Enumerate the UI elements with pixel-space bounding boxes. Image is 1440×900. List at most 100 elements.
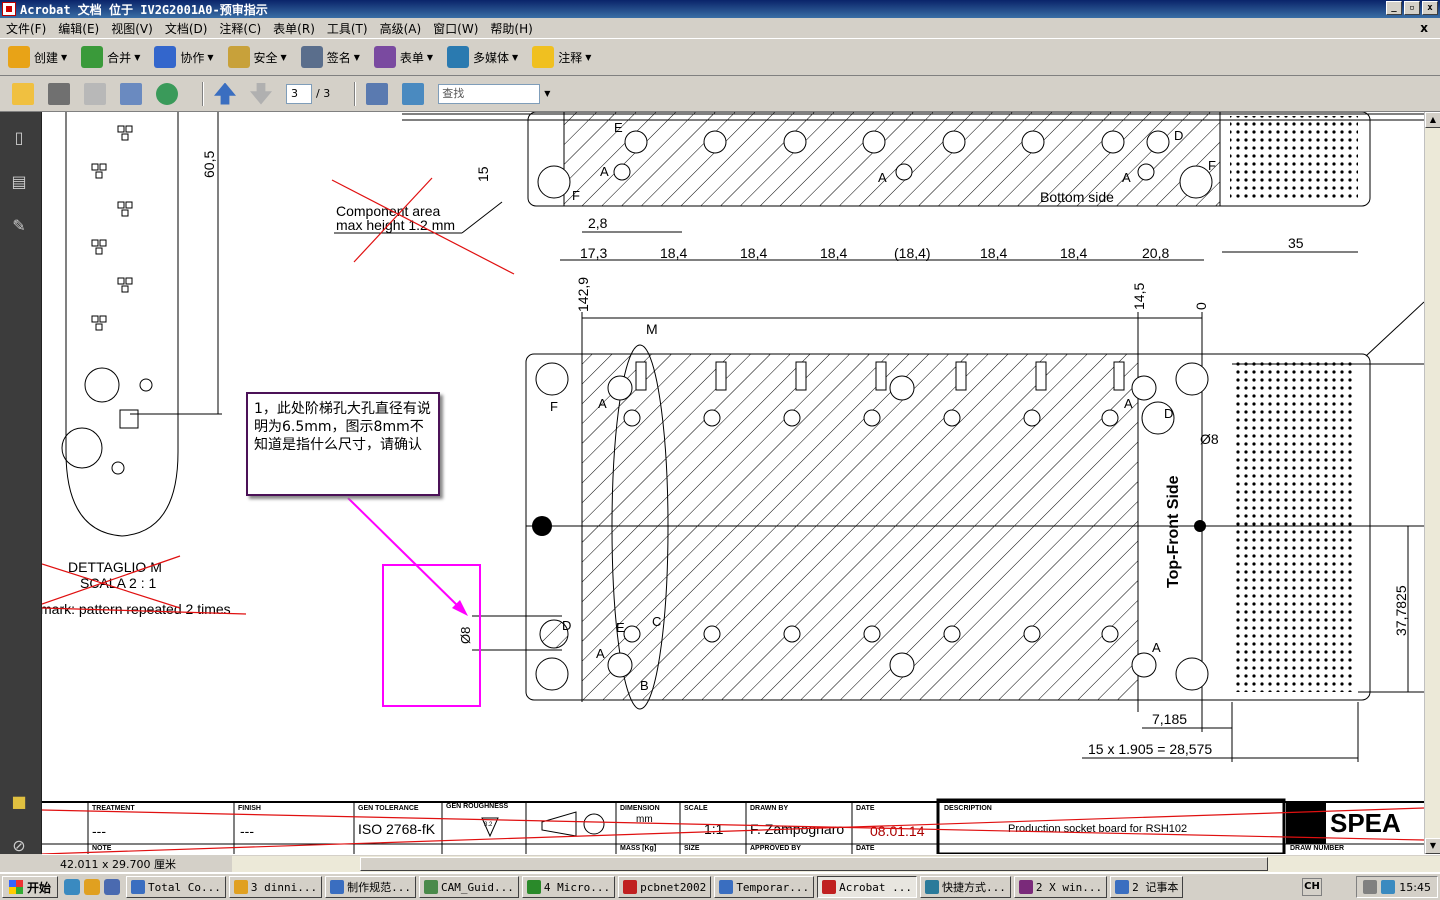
menu-document[interactable]: 文档(D) <box>159 20 214 37</box>
ime-indicator[interactable]: CH <box>1302 878 1322 896</box>
page-size: 42.011 x 29.700 厘米 <box>60 857 176 871</box>
task-label: Acrobat ... <box>839 880 913 894</box>
horizontal-scrollbar[interactable] <box>232 856 1440 872</box>
dim-phi8-left: Ø8 <box>458 627 473 644</box>
menu-help[interactable]: 帮助(H) <box>484 20 538 37</box>
chevron-down-icon: ▼ <box>207 52 214 62</box>
document-icon <box>330 880 345 894</box>
fit-page-icon[interactable] <box>402 82 425 105</box>
save-icon[interactable] <box>84 82 106 105</box>
task-label: pcbnet2002 <box>640 880 707 894</box>
label-a: A <box>878 170 887 185</box>
windows-flag-icon <box>9 880 23 894</box>
label-a: A <box>1124 396 1133 411</box>
close-document-button[interactable]: x <box>1414 21 1434 35</box>
label-f: F <box>1208 158 1216 173</box>
task-label: 2 X win... <box>1035 880 1103 894</box>
dim-37-7825: 37,7825 <box>1393 585 1409 636</box>
close-button[interactable]: x <box>1422 1 1438 15</box>
ie-icon[interactable] <box>64 879 81 895</box>
forms-button[interactable]: 表单 ▼ <box>373 46 434 68</box>
menu-edit[interactable]: 编辑(E) <box>52 20 105 37</box>
create-button[interactable]: 创建 ▼ <box>8 46 67 68</box>
task-total-commander[interactable]: Total Co... <box>126 876 226 898</box>
fit-width-icon[interactable] <box>366 82 389 105</box>
folder-icon <box>131 880 146 894</box>
browser-icon[interactable] <box>104 879 121 895</box>
menu-view[interactable]: 视图(V) <box>105 20 159 37</box>
clock-icon[interactable] <box>84 879 101 895</box>
label-f: F <box>572 188 580 203</box>
dim-35: 35 <box>1288 235 1304 251</box>
menu-file[interactable]: 文件(F) <box>0 20 52 37</box>
toolbar-separator <box>202 81 204 106</box>
description-header: DESCRIPTION <box>944 805 992 812</box>
task-cam-guide[interactable]: CAM_Guid... <box>418 876 519 898</box>
attachments-icon[interactable]: ⊘ <box>8 836 30 858</box>
print-icon[interactable] <box>48 82 70 105</box>
window-titlebar: Acrobat 文档 位于 IV2G2001A0-预审指示 _ ▫ x <box>0 0 1440 18</box>
task-spec[interactable]: 制作规范... <box>325 876 416 898</box>
chevron-down-icon: ▼ <box>512 52 519 62</box>
task-acrobat[interactable]: Acrobat ... <box>817 876 918 898</box>
date-header-2: DATE <box>856 845 875 852</box>
chevron-down-icon[interactable]: ▼ <box>544 89 550 98</box>
forms-label: 表单 <box>399 50 424 65</box>
task-label: 4 Micro... <box>543 880 611 894</box>
finish-value: --- <box>240 823 254 839</box>
task-label: CAM_Guid... <box>440 880 514 894</box>
multimedia-button[interactable]: 多媒体 ▼ <box>447 46 518 68</box>
label-e: E <box>616 620 625 635</box>
open-folder-icon[interactable] <box>12 82 34 105</box>
pen-icon <box>300 46 323 68</box>
restore-button[interactable]: ▫ <box>1404 1 1420 15</box>
web-icon[interactable] <box>156 82 178 105</box>
combine-button[interactable]: 合并 ▼ <box>81 46 140 68</box>
vertical-scrollbar[interactable]: ▲ ▼ <box>1424 112 1440 854</box>
top-front-side-label: Top-Front Side <box>1165 475 1182 588</box>
chevron-down-icon: ▼ <box>426 52 434 62</box>
security-button[interactable]: 安全 ▼ <box>227 46 287 68</box>
chevron-down-icon: ▼ <box>585 52 592 62</box>
scroll-up-icon[interactable]: ▲ <box>1425 112 1440 128</box>
menu-tools[interactable]: 工具(T) <box>321 20 374 37</box>
menu-comments[interactable]: 注释(C) <box>213 20 267 37</box>
menu-window[interactable]: 窗口(W) <box>427 20 484 37</box>
page-number-input[interactable]: 3 <box>286 83 312 104</box>
comment-button[interactable]: 注释 ▼ <box>532 46 591 68</box>
task-dinning[interactable]: 3 dinni... <box>228 876 323 898</box>
scroll-down-icon[interactable]: ▼ <box>1425 838 1440 854</box>
volume-icon[interactable] <box>1381 880 1396 894</box>
sign-button[interactable]: 签名 ▼ <box>300 46 360 68</box>
minimize-button[interactable]: _ <box>1386 1 1402 15</box>
collaborate-button[interactable]: 协作 ▼ <box>154 46 214 68</box>
task-pcbnet[interactable]: pcbnet2002 <box>618 876 712 898</box>
dim-2-8: 2,8 <box>588 215 608 231</box>
dim-pitch: 15 x 1.905 = 28,575 <box>1088 741 1212 757</box>
component-area-line2: max height 1.2 mm <box>336 217 455 233</box>
pages-icon[interactable]: ▯ <box>8 128 30 150</box>
email-icon[interactable] <box>120 82 142 105</box>
find-input[interactable]: 查找 <box>438 83 541 104</box>
menu-forms[interactable]: 表单(R) <box>267 20 321 37</box>
create-label: 创建 <box>34 50 59 65</box>
task-notepad[interactable]: 2 记事本 <box>1110 876 1184 898</box>
bookmarks-icon[interactable]: ▤ <box>8 172 30 194</box>
start-button[interactable]: 开始 <box>2 876 59 898</box>
document-canvas[interactable]: DETTAGLIO M SCALA 2 : 1 mark: pattern re… <box>42 112 1424 854</box>
previous-page-icon[interactable] <box>214 82 236 105</box>
next-page-icon[interactable] <box>250 82 272 105</box>
task-shortcut[interactable]: 快捷方式... <box>920 876 1011 898</box>
menu-advanced[interactable]: 高级(A) <box>374 20 428 37</box>
acrobat-icon <box>822 880 837 894</box>
pcbnet-icon <box>623 880 638 894</box>
network-icon[interactable] <box>1363 880 1378 894</box>
cam-icon <box>423 880 438 894</box>
task-xwin[interactable]: 2 X win... <box>1013 876 1108 898</box>
review-comment-note[interactable]: 1，此处阶梯孔大孔直径有说明为6.5mm，图示8mm不知道是指什么尺寸，请确认 <box>246 392 440 496</box>
task-temporary[interactable]: Temporar... <box>714 876 815 898</box>
task-excel[interactable]: 4 Micro... <box>521 876 616 898</box>
signatures-icon[interactable]: ✎ <box>8 216 30 238</box>
comments-icon[interactable]: ■ <box>8 792 30 814</box>
scroll-thumb[interactable] <box>360 857 1268 871</box>
